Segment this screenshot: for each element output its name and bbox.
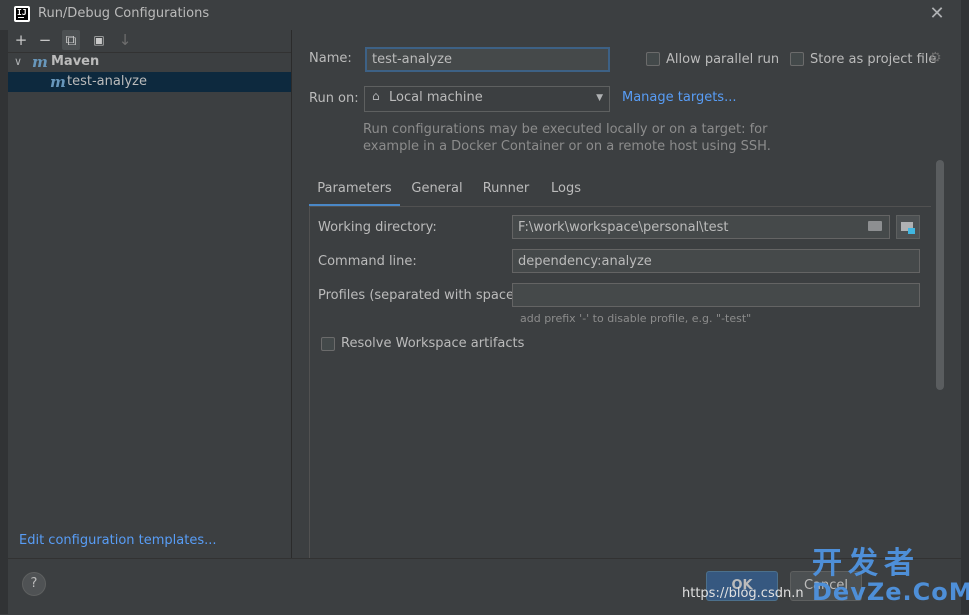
tab-runner[interactable]: Runner xyxy=(478,178,534,204)
tab-bar: Parameters General Runner Logs xyxy=(309,178,931,207)
run-on-value: Local machine xyxy=(389,90,483,105)
name-input[interactable] xyxy=(365,47,610,72)
resolve-workspace-label: Resolve Workspace artifacts xyxy=(341,336,525,351)
intellij-app-icon: IJ xyxy=(14,6,30,22)
home-icon: ⌂ xyxy=(372,89,380,103)
tab-logs[interactable]: Logs xyxy=(545,178,587,204)
hint-line-1: Run configurations may be executed local… xyxy=(363,122,768,137)
run-on-select[interactable]: ⌂ Local machine ▼ xyxy=(364,86,610,112)
copy-icon[interactable]: ⧉ xyxy=(62,30,80,50)
sort-icon[interactable]: ↓ xyxy=(116,30,134,50)
name-label: Name: xyxy=(309,51,352,66)
watermark-logo-text: DevZe.CoM xyxy=(812,578,969,606)
remove-icon[interactable]: − xyxy=(36,30,54,50)
hint-line-2: example in a Docker Container or on a re… xyxy=(363,139,771,154)
tab-parameters[interactable]: Parameters xyxy=(309,178,400,207)
maven-icon: m xyxy=(50,73,66,91)
module-badge-icon xyxy=(908,228,915,234)
new-folder-icon[interactable]: ▣ xyxy=(90,30,108,50)
left-edge xyxy=(0,30,8,614)
right-edge xyxy=(961,0,969,614)
close-icon[interactable]: ✕ xyxy=(928,5,946,23)
tree-group-maven[interactable]: ∨ m Maven xyxy=(8,52,291,72)
dropdown-arrow-icon: ▼ xyxy=(596,93,603,103)
working-directory-input[interactable] xyxy=(512,215,890,239)
gear-icon[interactable]: ⚙ xyxy=(929,50,942,66)
window-title: Run/Debug Configurations xyxy=(38,6,210,21)
parameters-border xyxy=(309,207,310,558)
store-project-file-label: Store as project file xyxy=(810,52,937,67)
configurations-tree-panel xyxy=(8,30,291,558)
tree-group-label: Maven xyxy=(51,54,100,69)
store-project-file-checkbox[interactable] xyxy=(790,52,804,66)
edit-templates-link[interactable]: Edit configuration templates... xyxy=(19,533,217,548)
manage-targets-link[interactable]: Manage targets... xyxy=(622,90,736,105)
add-icon[interactable]: + xyxy=(12,30,30,50)
scrollbar-thumb[interactable] xyxy=(936,160,944,390)
panel-divider xyxy=(291,30,292,558)
profiles-input[interactable] xyxy=(512,283,920,307)
tree-toolbar: + − ⧉ ▣ ↓ xyxy=(8,30,291,52)
help-button[interactable]: ? xyxy=(22,572,46,596)
maven-icon: m xyxy=(32,53,48,71)
profiles-hint: add prefix '-' to disable profile, e.g. … xyxy=(520,312,752,325)
command-line-label: Command line: xyxy=(318,254,417,269)
allow-parallel-label: Allow parallel run xyxy=(666,52,780,67)
working-directory-label: Working directory: xyxy=(318,220,437,235)
resolve-workspace-checkbox[interactable] xyxy=(321,337,335,351)
tab-general[interactable]: General xyxy=(406,178,468,204)
select-module-button[interactable] xyxy=(896,215,920,239)
profiles-label: Profiles (separated with space): xyxy=(318,288,524,303)
run-on-hint: Run configurations may be executed local… xyxy=(363,121,783,155)
command-line-input[interactable] xyxy=(512,249,920,273)
tree-item-label: test-analyze xyxy=(67,74,147,89)
watermark-logo: 开发者 xyxy=(812,546,920,581)
watermark-url: https://blog.csdn.n xyxy=(682,586,804,601)
allow-parallel-checkbox[interactable] xyxy=(646,52,660,66)
run-on-label: Run on: xyxy=(309,91,359,106)
browse-folder-icon[interactable] xyxy=(868,221,882,231)
tree-item-test-analyze[interactable]: m test-analyze xyxy=(8,72,291,92)
chevron-down-icon[interactable]: ∨ xyxy=(14,52,26,72)
